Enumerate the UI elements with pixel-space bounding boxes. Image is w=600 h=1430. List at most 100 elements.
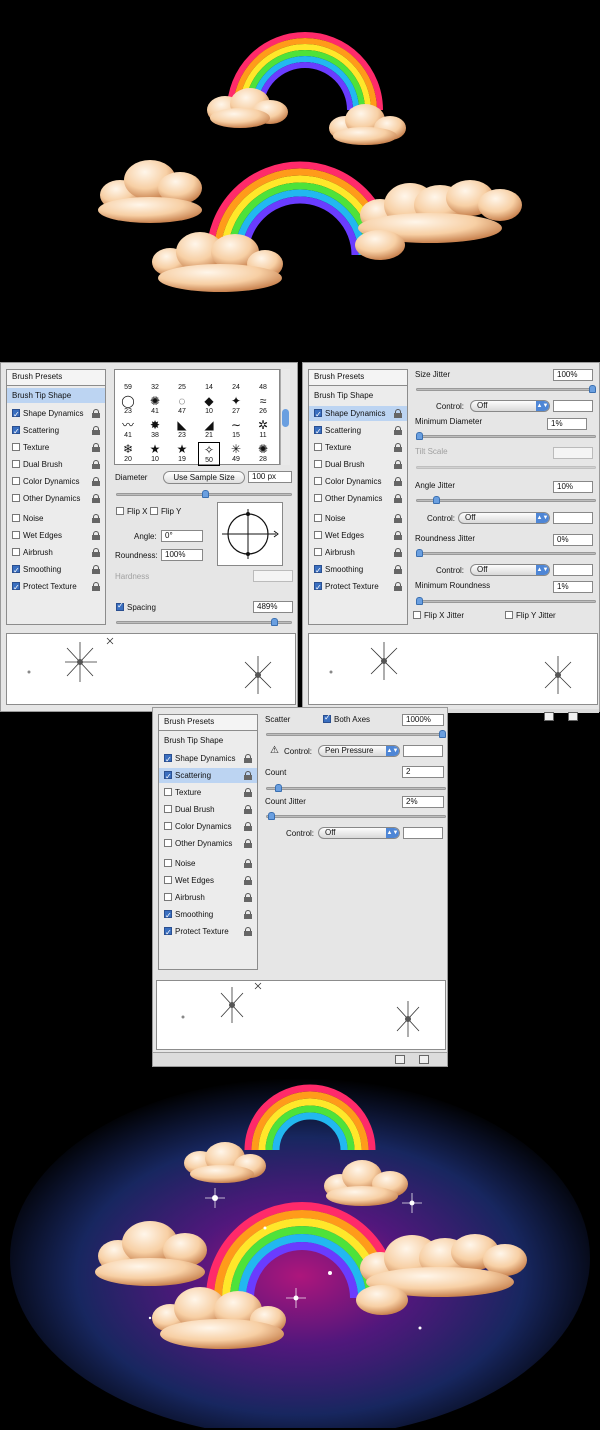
brush-tip-3[interactable]: 14 — [198, 370, 220, 394]
angle-roundness-widget[interactable] — [217, 502, 283, 566]
lock-icon[interactable] — [244, 822, 252, 831]
brush-tip-22[interactable]: ✳ 49 — [225, 442, 247, 466]
lock-icon[interactable] — [244, 927, 252, 936]
slider-knob[interactable] — [416, 549, 423, 557]
scatter-field[interactable]: 1000% — [402, 714, 444, 726]
lock-icon[interactable] — [394, 531, 402, 540]
lock-icon[interactable] — [394, 565, 402, 574]
brush-tip-6[interactable]: ◯ 23 — [117, 394, 139, 418]
diameter-slider[interactable] — [116, 490, 292, 498]
checkbox[interactable] — [164, 876, 172, 884]
checkbox[interactable] — [314, 477, 322, 485]
lock-icon[interactable] — [92, 514, 100, 523]
list-item-smoothing[interactable]: Smoothing — [159, 907, 257, 923]
list-item-brush-tip-shape[interactable]: Brush Tip Shape — [7, 388, 105, 403]
checkbox[interactable] — [12, 531, 20, 539]
lock-icon[interactable] — [244, 876, 252, 885]
list-item-other-dynamics[interactable]: Other Dynamics — [309, 491, 407, 506]
brush-tip-15[interactable]: ◢ 21 — [198, 418, 220, 442]
lock-icon[interactable] — [244, 805, 252, 814]
scatter-slider[interactable] — [266, 730, 446, 738]
size-control-field[interactable] — [553, 400, 593, 412]
brush-tip-14[interactable]: ◣ 23 — [171, 418, 193, 442]
use-sample-size-button[interactable]: Use Sample Size — [163, 471, 245, 484]
checkbox[interactable] — [12, 563, 20, 578]
slider-knob[interactable] — [275, 784, 282, 792]
lock-icon[interactable] — [244, 893, 252, 902]
list-item-wet-edges[interactable]: Wet Edges — [7, 528, 105, 543]
checkbox[interactable] — [12, 424, 20, 439]
brush-tip-23[interactable]: ✺ 28 — [252, 442, 274, 466]
min-roundness-field[interactable]: 1% — [553, 581, 593, 593]
lock-icon[interactable] — [244, 859, 252, 868]
brush-tip-5[interactable]: 48 — [252, 370, 274, 394]
list-item-protect-texture[interactable]: Protect Texture — [7, 579, 105, 595]
checkbox[interactable] — [314, 424, 322, 439]
lock-icon[interactable] — [92, 460, 100, 469]
roundness-control-select[interactable]: Off ▲▼ — [470, 564, 550, 576]
new-preset-icon[interactable] — [395, 1055, 405, 1064]
lock-icon[interactable] — [394, 582, 402, 591]
count-control-select[interactable]: Off ▲▼ — [318, 827, 400, 839]
list-item-protect-texture[interactable]: Protect Texture — [159, 924, 257, 940]
brush-tip-7[interactable]: ✺ 41 — [144, 394, 166, 418]
count-control-field[interactable] — [403, 827, 443, 839]
trash-icon[interactable] — [568, 712, 578, 721]
spacing-checkbox[interactable]: Spacing — [116, 601, 156, 612]
lock-icon[interactable] — [394, 548, 402, 557]
lock-icon[interactable] — [394, 443, 402, 452]
hardness-field[interactable] — [253, 570, 293, 582]
list-item-other-dynamics[interactable]: Other Dynamics — [7, 491, 105, 506]
slider-knob[interactable] — [416, 432, 423, 440]
new-preset-icon[interactable] — [544, 712, 554, 721]
checkbox[interactable] — [314, 563, 322, 578]
checkbox[interactable] — [314, 460, 322, 468]
list-item-scattering[interactable]: Scattering — [7, 423, 105, 439]
list-item-other-dynamics[interactable]: Other Dynamics — [159, 836, 257, 851]
list-item-color-dynamics[interactable]: Color Dynamics — [309, 474, 407, 489]
lock-icon[interactable] — [394, 514, 402, 523]
checkbox[interactable] — [150, 507, 158, 515]
slider-knob[interactable] — [271, 618, 278, 626]
list-item-noise[interactable]: Noise — [7, 511, 105, 526]
list-item-protect-texture[interactable]: Protect Texture — [309, 579, 407, 595]
brush-tip-4[interactable]: 24 — [225, 370, 247, 394]
lock-icon[interactable] — [394, 409, 402, 418]
checkbox[interactable] — [116, 601, 124, 611]
trash-icon[interactable] — [419, 1055, 429, 1064]
lock-icon[interactable] — [92, 477, 100, 486]
scatter-control-field[interactable] — [403, 745, 443, 757]
slider-knob[interactable] — [202, 490, 209, 498]
brush-presets-header[interactable]: Brush Presets — [159, 715, 257, 731]
list-item-texture[interactable]: Texture — [309, 440, 407, 455]
checkbox[interactable] — [12, 548, 20, 556]
checkbox[interactable] — [12, 460, 20, 468]
list-item-noise[interactable]: Noise — [159, 856, 257, 871]
brush-tip-21[interactable]: ✧ 50 — [198, 442, 220, 466]
checkbox[interactable] — [505, 611, 513, 619]
list-item-smoothing[interactable]: Smoothing — [309, 562, 407, 578]
brush-tip-0[interactable]: 59 — [117, 370, 139, 394]
flip-y-jitter-checkbox[interactable]: Flip Y Jitter — [505, 611, 556, 620]
lock-icon[interactable] — [394, 494, 402, 503]
checkbox[interactable] — [164, 908, 172, 923]
angle-jitter-field[interactable]: 10% — [553, 481, 593, 493]
list-item-scattering[interactable]: Scattering — [309, 423, 407, 439]
lock-icon[interactable] — [244, 771, 252, 780]
brush-tip-13[interactable]: ✸ 38 — [144, 418, 166, 442]
both-axes-checkbox[interactable]: Both Axes — [323, 713, 370, 724]
checkbox[interactable] — [12, 443, 20, 451]
lock-icon[interactable] — [244, 839, 252, 848]
lock-icon[interactable] — [92, 426, 100, 435]
list-item-brush-tip-shape[interactable]: Brush Tip Shape — [159, 733, 257, 748]
list-item-shape-dynamics[interactable]: Shape Dynamics — [159, 751, 257, 767]
lock-icon[interactable] — [244, 754, 252, 763]
roundness-jitter-slider[interactable] — [416, 549, 596, 557]
spacing-field[interactable]: 489% — [253, 601, 293, 613]
checkbox[interactable] — [314, 407, 322, 422]
list-item-dual-brush[interactable]: Dual Brush — [159, 802, 257, 817]
list-item-texture[interactable]: Texture — [7, 440, 105, 455]
roundness-control-field[interactable] — [553, 564, 593, 576]
list-item-airbrush[interactable]: Airbrush — [309, 545, 407, 560]
brush-tip-17[interactable]: ✲ 11 — [252, 418, 274, 442]
